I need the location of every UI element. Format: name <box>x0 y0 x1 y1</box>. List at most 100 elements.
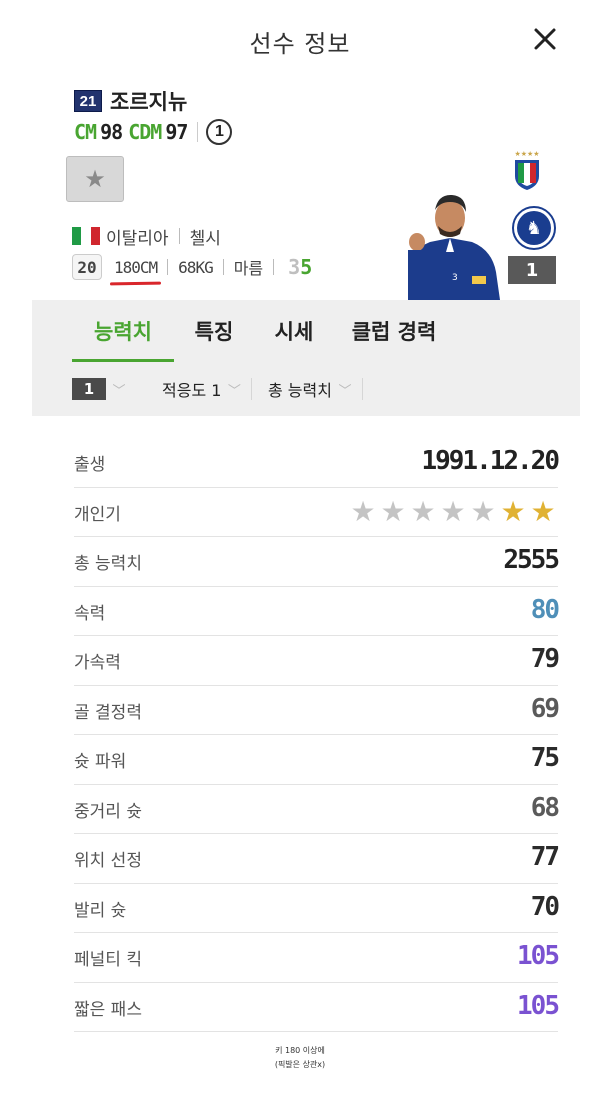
stat-label: 개인기 <box>74 504 121 525</box>
stat-row: 가속력 79 <box>74 636 560 686</box>
star-icon: ★ <box>84 165 106 193</box>
stat-row: 슛 파워 75 <box>74 735 560 785</box>
enhancement-select[interactable]: 1 ﹀ <box>72 374 128 404</box>
stats-list: 출생 1991.12.20 개인기 ★ ★ ★ ★ ★ ★ ★ 총 능력치 2555 속력 80 가속력 79… <box>74 438 560 1032</box>
stat-row: 페널티 킥 105 <box>74 933 560 983</box>
chevron-down-icon: ﹀ <box>227 383 241 399</box>
footer-line: (픽발은 상관x) <box>274 1060 326 1069</box>
close-icon[interactable] <box>530 24 560 54</box>
filter-bar: 1 ﹀ 적응도 1 ﹀ 총 능력치 ﹀ <box>32 362 580 416</box>
stat-row: 중거리 슛 68 <box>74 785 560 834</box>
svg-text:3: 3 <box>452 273 458 283</box>
chevron-down-icon: ﹀ <box>338 383 352 399</box>
stat-value: 79 <box>530 644 560 674</box>
stat-label: 중거리 슛 <box>74 801 142 822</box>
stat-label: 속력 <box>74 603 106 624</box>
emblems: ★★★★ ♞ <box>512 148 556 250</box>
player-card: 21 조르지뉴 CM 98 CDM 97 1 ★ 이탈리아 첼시 20 180C… <box>66 84 564 300</box>
weak-foot-value: 3 <box>288 255 301 279</box>
tab-traits[interactable]: 특징 <box>184 300 244 362</box>
stat-value: 77 <box>530 842 560 872</box>
total-stat-select[interactable]: 총 능력치 ﹀ <box>268 374 363 404</box>
tab-club-history[interactable]: 클럽 경력 <box>344 300 444 362</box>
stat-value: 2555 <box>503 545 560 575</box>
position-row: CM 98 CDM 97 1 <box>74 118 233 146</box>
body-type: 마름 <box>233 259 264 278</box>
player-height: 180CM <box>114 257 158 277</box>
star-icon: ★ <box>530 494 556 528</box>
nation-name: 이탈리아 <box>106 228 169 249</box>
favorite-button[interactable]: ★ <box>66 156 124 202</box>
header: 선수 정보 <box>0 0 600 80</box>
stat-label: 발리 슛 <box>74 900 127 921</box>
star-icon: ★ <box>350 494 376 528</box>
tab-ability[interactable]: 능력치 <box>72 300 174 362</box>
position-value: 98 <box>100 120 123 144</box>
stat-label: 가속력 <box>74 653 121 673</box>
page-title: 선수 정보 <box>249 30 351 58</box>
enhancement-select-value: 1 <box>72 378 106 400</box>
stat-row: 속력 80 <box>74 587 560 636</box>
stat-label: 위치 선정 <box>74 851 142 871</box>
chevron-down-icon: ﹀ <box>112 383 126 399</box>
adaptation-select-value: 적응도 1 <box>162 381 222 400</box>
divider <box>178 228 180 244</box>
svg-text:★★★★: ★★★★ <box>514 150 539 158</box>
stat-row: 개인기 ★ ★ ★ ★ ★ ★ ★ <box>74 488 558 537</box>
adaptation-select[interactable]: 적응도 1 ﹀ <box>162 374 253 404</box>
stat-value: 75 <box>530 743 560 773</box>
stat-label: 짧은 패스 <box>74 999 142 1020</box>
stat-row: 총 능력치 2555 <box>74 537 560 587</box>
divider <box>222 259 224 275</box>
stat-row: 짧은 패스 105 <box>74 983 560 1032</box>
stat-value: 105 <box>517 990 560 1021</box>
stat-label: 슛 파워 <box>74 752 127 772</box>
stat-label: 출생 <box>74 455 106 475</box>
total-stat-select-value: 총 능력치 <box>268 381 332 400</box>
italy-crest-icon: ★★★★ <box>514 150 540 190</box>
tab-bar: 능력치 특징 시세 클럽 경력 <box>32 300 580 362</box>
tab-price[interactable]: 시세 <box>264 300 324 362</box>
age-badge: 20 <box>72 254 102 280</box>
stat-label: 골 결정력 <box>74 702 142 723</box>
rank-badge: 1 <box>206 119 233 145</box>
italy-flag-icon <box>72 227 100 245</box>
position-name: CM <box>74 120 97 144</box>
footer-line: 키 180 이상에 <box>275 1046 325 1055</box>
stat-row: 발리 슛 70 <box>74 884 560 933</box>
nation-club-row: 이탈리아 첼시 <box>72 224 221 249</box>
divider <box>273 259 275 275</box>
stat-row: 골 결정력 69 <box>74 686 560 735</box>
season-badge: 21 <box>74 90 102 112</box>
player-photo: 3 <box>400 180 500 300</box>
stat-value: 105 <box>517 941 560 971</box>
position-value: 97 <box>165 120 188 144</box>
divider <box>361 378 363 400</box>
stat-label: 총 능력치 <box>74 554 142 574</box>
stat-value: 68 <box>530 792 560 823</box>
chelsea-crest-icon: ♞ <box>512 206 556 250</box>
star-icon: ★ <box>410 494 436 528</box>
stat-label: 페널티 킥 <box>74 950 142 970</box>
divider <box>197 122 199 142</box>
footer-note: 키 180 이상에 (픽발은 상관x) <box>0 1044 600 1072</box>
player-name: 조르지뉴 <box>110 90 188 114</box>
star-icon: ★ <box>440 494 466 528</box>
position-name: CDM <box>128 120 162 144</box>
skill-stars: ★ ★ ★ ★ ★ ★ ★ <box>348 494 558 528</box>
foot-rating: 3 5 <box>288 255 312 279</box>
stat-value: 1991.12.20 <box>421 446 560 476</box>
divider <box>167 259 169 275</box>
enhancement-badge: 1 <box>508 256 556 284</box>
stat-row: 출생 1991.12.20 <box>74 438 560 488</box>
stat-value: 69 <box>530 693 560 724</box>
star-icon: ★ <box>470 494 496 528</box>
stat-value: 70 <box>530 891 560 922</box>
strong-foot-value: 5 <box>300 255 313 279</box>
divider <box>251 378 253 400</box>
player-name-row: 21 조르지뉴 <box>74 86 187 116</box>
player-weight: 68KG <box>178 257 214 277</box>
stat-value: 80 <box>530 594 560 625</box>
star-icon: ★ <box>500 494 526 528</box>
lion-icon: ♞ <box>517 211 551 245</box>
